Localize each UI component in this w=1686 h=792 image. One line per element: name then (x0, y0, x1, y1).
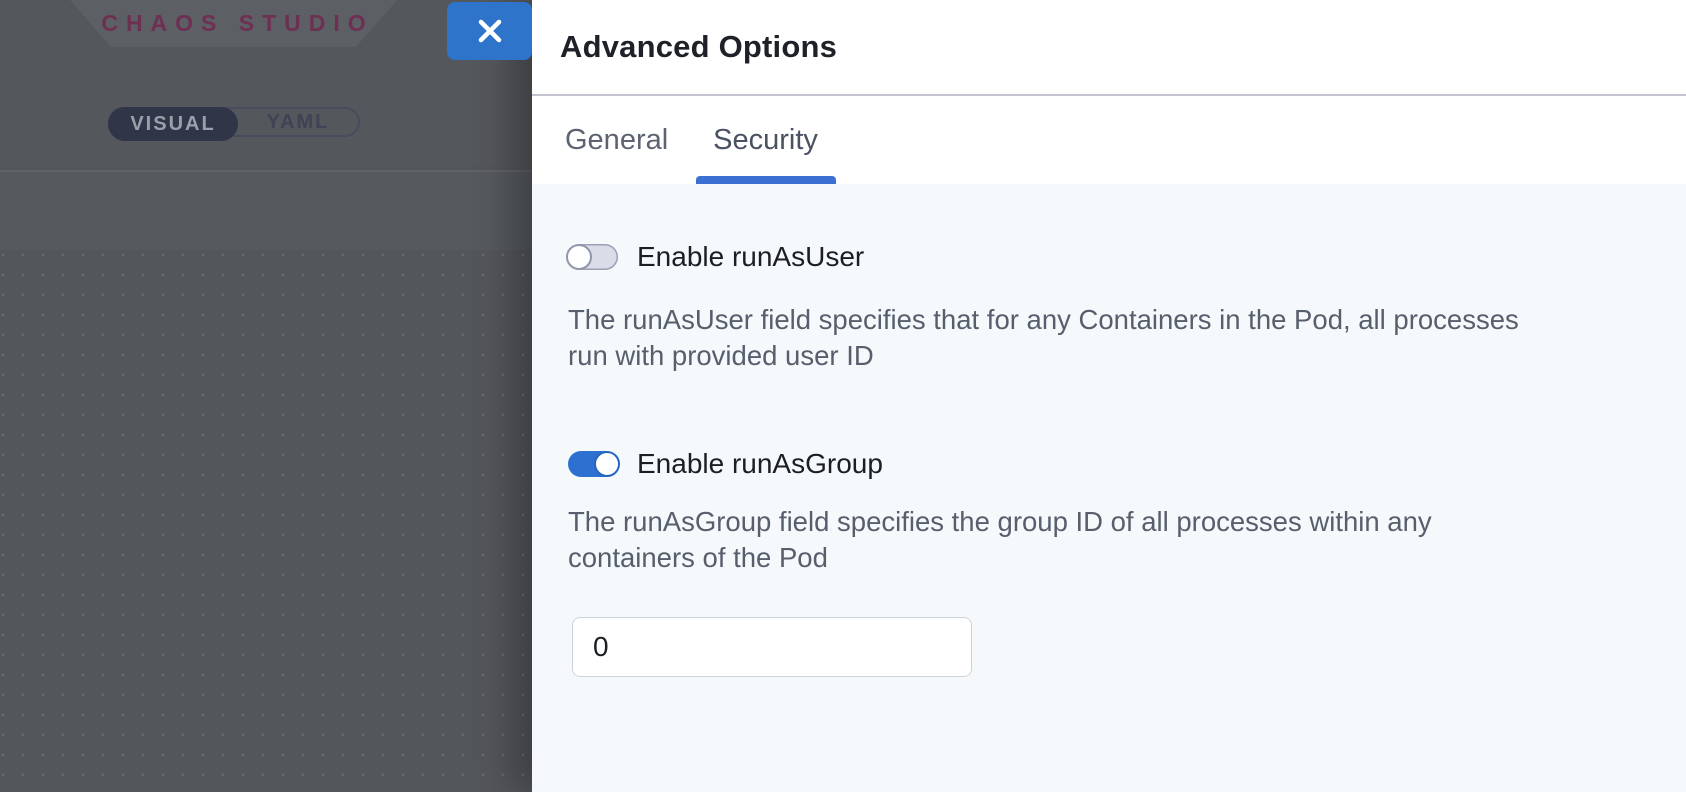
run-as-group-row: Enable runAsGroup (568, 449, 1686, 479)
toggle-knob (594, 451, 620, 477)
runasgroup-description: The runAsGroup field specifies the group… (568, 504, 1686, 576)
canvas-dotted-grid (0, 250, 532, 792)
enable-runasuser-toggle[interactable] (568, 244, 618, 270)
drawer-header: Advanced Options (532, 0, 1686, 96)
visual-mode-tab[interactable]: VISUAL (108, 107, 238, 141)
chaos-studio-logo: CHAOS STUDIO (70, 0, 397, 47)
enable-runasuser-label: Enable runAsUser (637, 241, 864, 273)
runasuser-description: The runAsUser field specifies that for a… (568, 302, 1686, 374)
chaos-studio-canvas: CHAOS STUDIO VISUAL YAML (0, 0, 532, 792)
runasgroup-value-input[interactable] (572, 617, 972, 677)
tab-security[interactable]: Security (713, 96, 818, 184)
drawer-title: Advanced Options (560, 29, 837, 65)
drawer-tabs: General Security (532, 96, 1686, 184)
security-tab-panel: Enable runAsUser The runAsUser field spe… (532, 186, 1686, 792)
close-icon (476, 17, 504, 45)
run-as-user-row: Enable runAsUser (568, 242, 1686, 272)
enable-runasgroup-label: Enable runAsGroup (637, 448, 883, 480)
tab-general[interactable]: General (565, 96, 668, 184)
yaml-mode-tab[interactable]: YAML (238, 109, 358, 135)
advanced-options-drawer: Advanced Options General Security Enable… (532, 0, 1686, 792)
enable-runasgroup-toggle[interactable] (568, 451, 618, 477)
chaos-studio-logo-text: CHAOS STUDIO (93, 10, 373, 37)
close-drawer-button[interactable] (447, 2, 532, 60)
canvas-toolbar-band (0, 172, 532, 250)
visual-yaml-toggle: VISUAL YAML (108, 107, 360, 137)
toggle-knob (566, 244, 592, 270)
chaos-studio-screen: CHAOS STUDIO VISUAL YAML Advanced Option… (0, 0, 1686, 792)
